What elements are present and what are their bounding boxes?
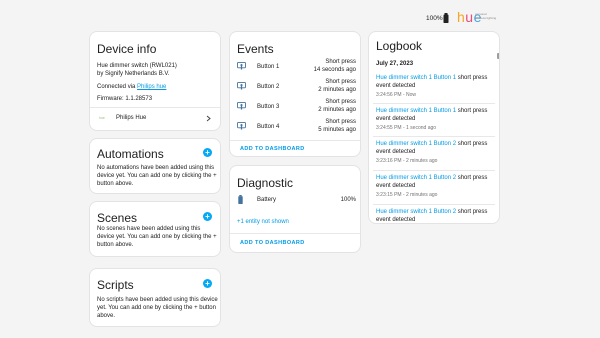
device-manufacturer: by Signify Netherlands B.V.: [97, 71, 170, 77]
event-row[interactable]: Button 3 Short press 2 minutes ago: [230, 97, 360, 117]
connected-via: Connected via Philips hue: [97, 83, 166, 91]
hue-logo: hue personal wireless lighting: [457, 9, 497, 28]
plus-icon: +: [205, 212, 210, 221]
event-time: 14 seconds ago: [313, 67, 356, 73]
event-name: Button 2: [257, 84, 280, 90]
event-name: Button 1: [257, 64, 280, 70]
logbook-time: 3:23:15 PM - 2 minutes ago: [376, 192, 438, 198]
logbook-date: July 27, 2023: [376, 61, 414, 67]
diagnostic-card: Diagnostic Battery 100% +1 entity not sh…: [229, 165, 361, 253]
plus-icon: +: [205, 148, 210, 157]
hue-logo-tag: personal wireless lighting: [475, 12, 497, 20]
diagnostic-add-to-dashboard-button[interactable]: ADD TO DASHBOARD: [240, 240, 305, 246]
logbook-entity-link[interactable]: Hue dimmer switch 1 Button 2: [376, 209, 456, 215]
logbook-entry: Hue dimmer switch 1 Button 2 short press…: [376, 140, 496, 165]
event-time: 2 minutes ago: [318, 107, 356, 113]
add-script-button[interactable]: +: [203, 279, 212, 288]
divider: [373, 170, 495, 171]
gesture-tap-icon: [237, 102, 246, 110]
device-model: Hue dimmer switch (RWL021): [97, 63, 177, 69]
event-row[interactable]: Button 1 Short press 14 seconds ago: [230, 57, 360, 77]
device-info-card: Device info Hue dimmer switch (RWL021) b…: [89, 31, 221, 131]
battery-icon: [443, 13, 449, 23]
events-add-to-dashboard-button[interactable]: ADD TO DASHBOARD: [240, 146, 305, 152]
event-state: Short press: [325, 119, 356, 125]
divider: [373, 204, 495, 205]
event-name: Button 3: [257, 104, 280, 110]
divider: [373, 136, 495, 137]
header-battery-text: 100%: [426, 15, 443, 22]
integration-row[interactable]: hue Philips Hue: [90, 108, 220, 130]
logbook-entity-link[interactable]: Hue dimmer switch 1 Button 1: [376, 75, 456, 81]
scenes-empty-text: No scenes have been added using this dev…: [97, 226, 217, 248]
events-card: Events Button 1 Short press 14 seconds a…: [229, 31, 361, 157]
connected-via-label: Connected via: [97, 84, 138, 90]
event-name: Button 4: [257, 124, 280, 130]
add-scene-button[interactable]: +: [203, 212, 212, 221]
logbook-scrollbar[interactable]: [497, 53, 499, 59]
firmware-version: Firmware: 1.1.28573: [97, 96, 153, 102]
gesture-tap-icon: [237, 82, 246, 90]
logbook-entry: Hue dimmer switch 1 Button 1 short press…: [376, 107, 496, 132]
divider: [230, 233, 360, 234]
scenes-title: Scenes: [97, 211, 138, 225]
battery-entity-value: 100%: [340, 197, 356, 203]
event-state: Short press: [325, 79, 356, 85]
event-time: 5 minutes ago: [318, 127, 356, 133]
events-title: Events: [237, 42, 274, 56]
event-row[interactable]: Button 4 Short press 5 minutes ago: [230, 117, 360, 137]
automations-empty-text: No automations have been added using thi…: [97, 165, 217, 187]
automations-title: Automations: [97, 147, 164, 161]
add-automation-button[interactable]: +: [203, 148, 212, 157]
automations-card: Automations + No automations have been a…: [89, 138, 221, 194]
logbook-time: 3:23:16 PM - 2 minutes ago: [376, 158, 438, 164]
logbook-time: 3:24:56 PM - Now: [376, 92, 417, 98]
logbook-entry: Hue dimmer switch 1 Button 2 short press…: [376, 208, 496, 223]
gesture-tap-icon: [237, 62, 246, 70]
divider: [373, 103, 495, 104]
logbook-entry: Hue dimmer switch 1 Button 1 short press…: [376, 74, 496, 99]
logbook-entity-link[interactable]: Hue dimmer switch 1 Button 2: [376, 141, 456, 147]
plus-icon: +: [205, 279, 210, 288]
event-state: Short press: [325, 99, 356, 105]
logbook-entity-link[interactable]: Hue dimmer switch 1 Button 1: [376, 108, 456, 114]
hidden-entities-link[interactable]: +1 entity not shown: [237, 218, 289, 226]
scripts-title: Scripts: [97, 278, 134, 292]
device-info-title: Device info: [97, 42, 157, 56]
hue-mini-logo-icon: hue: [99, 116, 105, 120]
logbook-entity-link[interactable]: Hue dimmer switch 1 Button 2: [376, 175, 456, 181]
scenes-card: Scenes + No scenes have been added using…: [89, 201, 221, 257]
battery-entity-name: Battery: [257, 197, 277, 203]
logbook-title: Logbook: [376, 39, 423, 53]
event-row[interactable]: Button 2 Short press 2 minutes ago: [230, 77, 360, 97]
event-time: 2 minutes ago: [318, 87, 356, 93]
integration-label: Philips Hue: [116, 115, 147, 121]
scripts-card: Scripts + No scripts have been added usi…: [89, 268, 221, 327]
diagnostic-title: Diagnostic: [237, 176, 294, 190]
chevron-right-icon: [206, 115, 211, 122]
gesture-tap-icon: [237, 122, 246, 130]
divider: [230, 140, 360, 141]
logbook-card: Logbook July 27, 2023 Hue dimmer switch …: [368, 31, 500, 224]
scripts-empty-text: No scripts have been added using this de…: [97, 297, 218, 319]
logbook-time: 3:24:55 PM - 1 second ago: [376, 125, 437, 131]
event-state: Short press: [325, 59, 356, 65]
battery-entity-row[interactable]: Battery 100%: [230, 193, 360, 207]
logbook-entry: Hue dimmer switch 1 Button 2 short press…: [376, 174, 496, 199]
philips-hue-link[interactable]: Philips hue: [137, 84, 166, 90]
battery-icon: [238, 195, 243, 204]
